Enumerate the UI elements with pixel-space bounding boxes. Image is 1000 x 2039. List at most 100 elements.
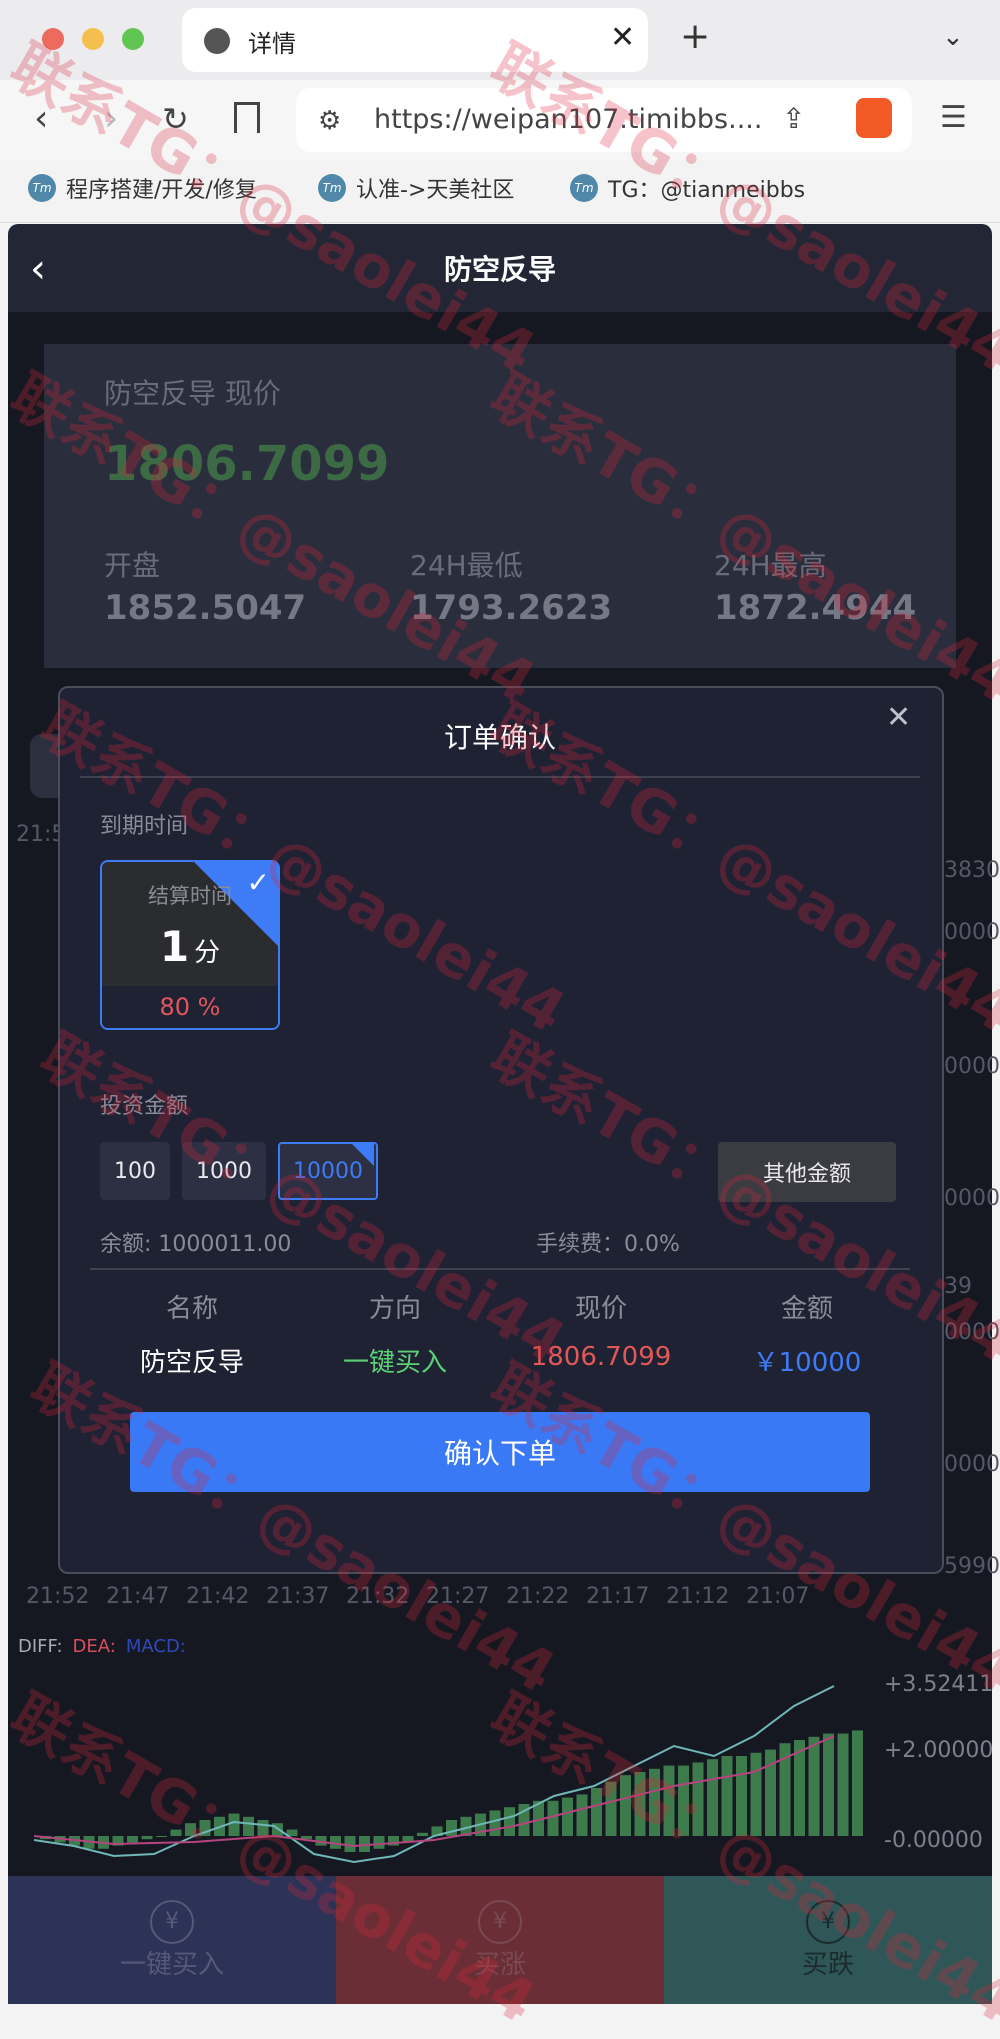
price-axis-label: 0000 xyxy=(944,1452,1000,1477)
macd-bar xyxy=(591,1788,602,1836)
brave-shield-icon[interactable] xyxy=(856,98,892,138)
dialog-title: 订单确认 xyxy=(443,721,556,754)
macd-bar xyxy=(547,1800,559,1836)
order-table-row: 防空反导 一键买入 1806.7099 ￥10000 xyxy=(92,1342,910,1379)
period-option-1min[interactable]: ✓ 结算时间 1 分 80 % xyxy=(100,860,280,1030)
open-value: 1852.5047 xyxy=(104,588,307,628)
macd-bar xyxy=(170,1829,182,1836)
buy-up-button[interactable]: ¥ 买涨 xyxy=(336,1876,664,2004)
fee-value: 0.0% xyxy=(624,1232,680,1257)
forward-icon[interactable]: › xyxy=(104,98,118,139)
yen-up-icon: ¥ xyxy=(478,1899,522,1944)
chevron-down-icon[interactable]: ⌄ xyxy=(942,22,964,52)
menu-icon[interactable]: ☰ xyxy=(940,100,967,135)
share-icon[interactable]: ⇪ xyxy=(782,102,805,135)
time-tick: 21:37 xyxy=(266,1584,330,1609)
price-axis-label: 0000 xyxy=(944,1054,1000,1079)
close-window-button[interactable] xyxy=(42,28,64,50)
bookmark-item-1[interactable]: Tm 程序搭建/开发/修复 xyxy=(28,172,257,204)
col-price: 现价 xyxy=(574,1294,627,1324)
macd-bar xyxy=(750,1752,762,1836)
back-icon[interactable]: ‹ xyxy=(34,98,48,139)
macd-bar xyxy=(243,1816,254,1836)
high-value: 1872.4944 xyxy=(714,588,917,628)
one-click-buy-button[interactable]: ¥ 一键买入 xyxy=(8,1876,336,2004)
low-label: 24H最低 xyxy=(410,549,523,582)
one-click-buy-label: 一键买入 xyxy=(119,1949,224,1980)
high-label: 24H最高 xyxy=(714,549,827,582)
site-logo-icon: Tm xyxy=(318,174,346,202)
site-settings-icon[interactable]: ⚙ xyxy=(318,106,341,136)
dea-legend: DEA: xyxy=(72,1636,116,1657)
macd-bar xyxy=(373,1836,385,1849)
macd-bar xyxy=(823,1733,834,1836)
bookmark-label: TG：@tianmeibbs xyxy=(608,178,806,203)
macd-bar xyxy=(692,1762,704,1836)
col-name: 名称 xyxy=(165,1294,218,1324)
macd-bar xyxy=(562,1797,573,1836)
bookmark-item-3[interactable]: Tm TG：@tianmeibbs xyxy=(570,172,805,204)
buy-down-label: 买跌 xyxy=(801,1949,854,1980)
other-amount-button[interactable]: 其他金额 xyxy=(718,1142,896,1202)
macd-axis-label: +2.00000 xyxy=(884,1738,994,1763)
macd-bar xyxy=(156,1836,167,1837)
close-tab-icon[interactable]: ✕ xyxy=(610,20,635,55)
divider xyxy=(80,776,920,778)
period-caption: 结算时间 xyxy=(148,884,232,908)
macd-bar xyxy=(678,1765,689,1836)
macd-bar xyxy=(257,1820,269,1836)
yen-down-icon: ¥ xyxy=(806,1899,850,1944)
price-axis-label: 5990 xyxy=(944,1554,1000,1579)
macd-bar xyxy=(605,1781,617,1836)
price-axis-label: 3830 xyxy=(944,858,1000,883)
macd-axis-label: +3.52411 xyxy=(884,1672,994,1697)
open-label: 开盘 xyxy=(104,549,161,582)
payout-rate: 80 % xyxy=(102,986,278,1028)
balance-value: 1000011.00 xyxy=(158,1232,292,1257)
amount-label: 投资金额 xyxy=(100,1094,189,1119)
amount-1000-button[interactable]: 1000 xyxy=(182,1142,266,1200)
buy-down-button[interactable]: ¥ 买跌 xyxy=(664,1876,992,2004)
yen-up-icon: ¥ xyxy=(150,1899,194,1944)
macd-axis-label: -0.00000 xyxy=(884,1828,983,1853)
bookmark-item-2[interactable]: Tm 认准->天美社区 xyxy=(318,172,514,204)
macd-bar xyxy=(141,1836,153,1840)
close-dialog-icon[interactable]: ✕ xyxy=(886,700,911,735)
url-text[interactable]: https://weipan107.timibbs.... xyxy=(374,104,762,135)
macd-bar xyxy=(634,1772,646,1836)
page-title: 防空反导 xyxy=(443,253,556,286)
new-tab-icon[interactable]: + xyxy=(680,16,710,57)
macd-bar xyxy=(736,1756,747,1836)
macd-bar xyxy=(489,1810,501,1836)
time-axis: 21:52 21:47 21:42 21:37 21:32 21:27 21:2… xyxy=(26,1584,826,1609)
macd-bar xyxy=(707,1759,718,1836)
selected-corner xyxy=(352,1144,374,1166)
bookmark-label: 认准->天美社区 xyxy=(356,178,515,203)
price-axis-label: 39 xyxy=(944,1274,972,1299)
macd-bar xyxy=(504,1807,515,1836)
site-logo-icon: Tm xyxy=(28,174,56,202)
fee-label: 手续费： xyxy=(536,1232,625,1257)
macd-bar xyxy=(808,1736,820,1836)
cell-price: 1806.7099 xyxy=(530,1342,672,1372)
macd-chart xyxy=(34,1685,863,1864)
reload-icon[interactable]: ↻ xyxy=(162,100,189,138)
time-tick: 21:32 xyxy=(346,1584,410,1609)
minimize-window-button[interactable] xyxy=(82,28,104,50)
col-direction: 方向 xyxy=(368,1294,421,1324)
time-tick: 21:22 xyxy=(506,1584,570,1609)
confirm-order-button[interactable]: 确认下单 xyxy=(130,1412,870,1492)
time-tick: 21:42 xyxy=(186,1584,250,1609)
macd-bar xyxy=(620,1775,631,1836)
macd-bar xyxy=(649,1768,660,1836)
macd-bar xyxy=(852,1730,863,1836)
order-table-header: 名称 方向 现价 金额 xyxy=(92,1288,910,1325)
macd-bar xyxy=(721,1756,733,1836)
cell-name: 防空反导 xyxy=(139,1348,244,1378)
time-tick: 21:12 xyxy=(666,1584,730,1609)
macd-bar xyxy=(344,1836,356,1852)
bookmark-icon[interactable] xyxy=(234,102,260,133)
period-number: 1 xyxy=(159,922,190,971)
amount-100-button[interactable]: 100 xyxy=(100,1142,170,1200)
zoom-window-button[interactable] xyxy=(122,28,144,50)
